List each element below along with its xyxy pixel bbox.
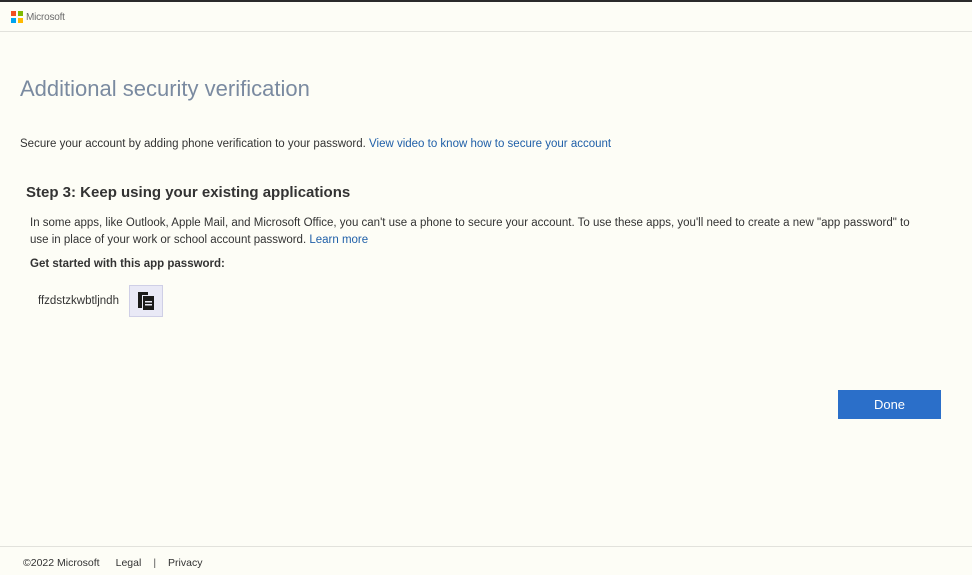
app-password-row: ffzdstzkwbtljndh bbox=[38, 284, 163, 318]
intro-text: Secure your account by adding phone veri… bbox=[20, 138, 611, 150]
privacy-link[interactable]: Privacy bbox=[168, 557, 202, 569]
intro-label: Secure your account by adding phone veri… bbox=[20, 138, 366, 150]
microsoft-logo: Microsoft bbox=[11, 11, 65, 23]
learn-more-link[interactable]: Learn more bbox=[309, 234, 368, 246]
done-button[interactable]: Done bbox=[838, 390, 941, 419]
step-title: Step 3: Keep using your existing applica… bbox=[26, 184, 351, 201]
copy-button[interactable] bbox=[128, 285, 163, 317]
video-link[interactable]: View video to know how to secure your ac… bbox=[369, 138, 611, 150]
copyright-text: ©2022 Microsoft bbox=[23, 557, 100, 569]
page-title: Additional security verification bbox=[20, 76, 310, 101]
app-password-value[interactable]: ffzdstzkwbtljndh bbox=[38, 295, 119, 307]
step-description: In some apps, like Outlook, Apple Mail, … bbox=[30, 215, 910, 249]
top-bar: Microsoft bbox=[0, 0, 972, 32]
microsoft-logo-icon bbox=[11, 11, 23, 23]
get-started-label: Get started with this app password: bbox=[30, 258, 225, 270]
brand-name: Microsoft bbox=[26, 11, 65, 23]
description-text: In some apps, like Outlook, Apple Mail, … bbox=[30, 217, 910, 246]
footer: ©2022 Microsoft Legal | Privacy bbox=[0, 546, 972, 575]
legal-link[interactable]: Legal bbox=[116, 557, 142, 569]
copy-icon bbox=[137, 292, 154, 310]
footer-separator: | bbox=[153, 557, 157, 569]
